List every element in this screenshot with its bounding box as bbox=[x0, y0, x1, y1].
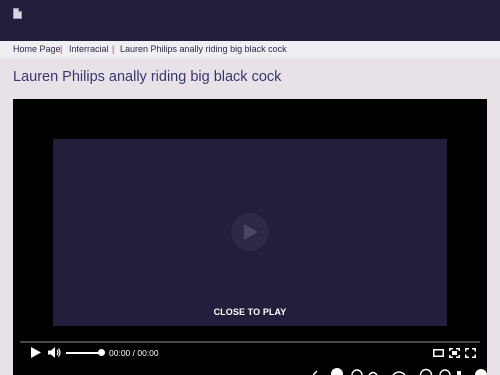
breadcrumb: Home Page | Interracial | Lauren Philips… bbox=[0, 41, 500, 58]
page-title: Lauren Philips anally riding big black c… bbox=[13, 69, 282, 85]
video-player[interactable]: CLOSE TO PLAY 00:00 / 00:00 bbox=[13, 99, 487, 375]
fullscreen-icon[interactable] bbox=[465, 348, 476, 358]
big-play-button[interactable] bbox=[231, 213, 269, 251]
breadcrumb-current: Lauren Philips anally riding big black c… bbox=[120, 44, 287, 54]
picture-in-picture-icon[interactable] bbox=[449, 348, 460, 358]
time-display: 00:00 / 00:00 bbox=[109, 348, 159, 358]
player-bottom-controls bbox=[313, 368, 487, 375]
volume-slider-handle[interactable] bbox=[98, 349, 105, 356]
site-logo[interactable] bbox=[13, 8, 23, 19]
volume-icon[interactable] bbox=[48, 347, 61, 358]
breadcrumb-home-link[interactable]: Home Page bbox=[13, 41, 61, 58]
breadcrumb-separator: | bbox=[112, 44, 115, 54]
close-to-play-label[interactable]: CLOSE TO PLAY bbox=[53, 307, 447, 317]
theater-mode-icon[interactable] bbox=[433, 349, 444, 357]
volume-slider[interactable] bbox=[66, 352, 101, 354]
play-icon[interactable] bbox=[31, 347, 41, 358]
play-icon bbox=[244, 224, 258, 240]
progress-bar[interactable] bbox=[20, 341, 480, 343]
breadcrumb-category-link[interactable]: Interracial bbox=[69, 41, 109, 58]
top-header bbox=[0, 0, 500, 41]
video-overlay[interactable]: CLOSE TO PLAY bbox=[53, 139, 447, 326]
breadcrumb-separator: | bbox=[60, 44, 63, 54]
